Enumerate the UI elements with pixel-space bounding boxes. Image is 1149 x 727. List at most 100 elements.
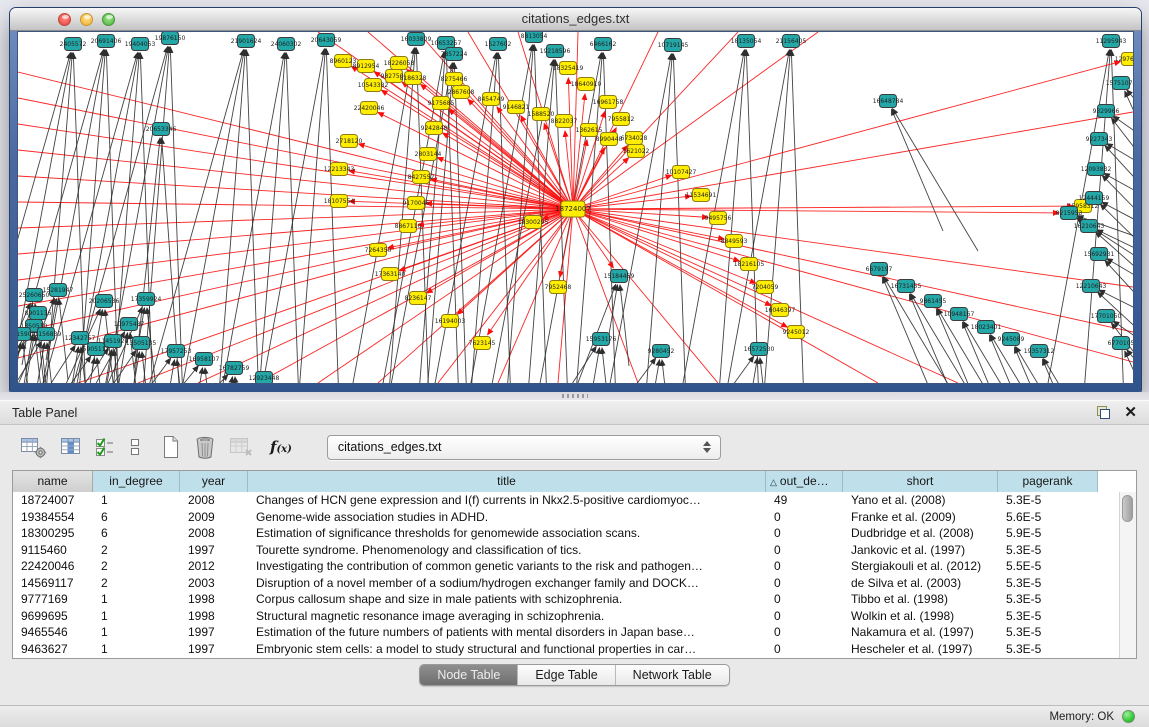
column-header-name[interactable]: name: [13, 471, 93, 492]
cell-year[interactable]: 2008: [180, 492, 248, 509]
cell-year[interactable]: 2009: [180, 509, 248, 526]
cell-in_degree[interactable]: 2: [93, 558, 180, 575]
tab-edge-table[interactable]: Edge Table: [518, 665, 615, 685]
cell-out_de[interactable]: 0: [766, 641, 843, 658]
cell-pagerank[interactable]: 5.3E-5: [998, 542, 1098, 559]
cell-in_degree[interactable]: 2: [93, 542, 180, 559]
cell-name[interactable]: 19384554: [13, 509, 93, 526]
cell-pagerank[interactable]: 5.3E-5: [998, 641, 1098, 658]
cell-short[interactable]: de Silva et al. (2003): [843, 575, 998, 592]
column-header-out_de[interactable]: △out_de…: [766, 471, 843, 492]
table-row[interactable]: 2242004622012Investigating the contribut…: [13, 558, 1119, 575]
cell-year[interactable]: 1997: [180, 542, 248, 559]
cell-year[interactable]: 1998: [180, 608, 248, 625]
cell-out_de[interactable]: 49: [766, 492, 843, 509]
cell-pagerank[interactable]: 5.3E-5: [998, 591, 1098, 608]
cell-pagerank[interactable]: 5.6E-5: [998, 509, 1098, 526]
cell-short[interactable]: Dudbridge et al. (2008): [843, 525, 998, 542]
cell-title[interactable]: Changes of HCN gene expression and I(f) …: [248, 492, 766, 509]
cell-title[interactable]: Estimation of the future numbers of pati…: [248, 624, 766, 641]
cell-short[interactable]: Wolkin et al. (1998): [843, 608, 998, 625]
cell-in_degree[interactable]: 1: [93, 624, 180, 641]
table-settings-button[interactable]: [18, 432, 49, 462]
cell-out_de[interactable]: 0: [766, 624, 843, 641]
cell-year[interactable]: 1997: [180, 624, 248, 641]
tab-node-table[interactable]: Node Table: [420, 665, 518, 685]
cell-out_de[interactable]: 0: [766, 608, 843, 625]
table-select-dropdown[interactable]: citations_edges.txt: [327, 435, 721, 460]
network-canvas-svg[interactable]: 8960123891295418226058982750810543382818…: [18, 32, 1133, 383]
table-row[interactable]: 969969511998Structural magnetic resonanc…: [13, 608, 1119, 625]
cell-title[interactable]: Disruption of a novel member of a sodium…: [248, 575, 766, 592]
cell-title[interactable]: Tourette syndrome. Phenomenology and cla…: [248, 542, 766, 559]
cell-short[interactable]: Yano et al. (2008): [843, 492, 998, 509]
close-panel-icon[interactable]: ✕: [1124, 406, 1137, 419]
cell-name[interactable]: 9463627: [13, 641, 93, 658]
table-row[interactable]: 1456911722003Disruption of a novel membe…: [13, 575, 1119, 592]
table-row[interactable]: 977716911998Corpus callosum shape and si…: [13, 591, 1119, 608]
delete-table-button[interactable]: [192, 432, 218, 462]
table-row[interactable]: 1830029562008Estimation of significance …: [13, 525, 1119, 542]
show-columns-button[interactable]: [93, 432, 117, 462]
table-row[interactable]: 1872400712008Changes of HCN gene express…: [13, 492, 1119, 509]
cell-pagerank[interactable]: 5.9E-5: [998, 525, 1098, 542]
new-table-button[interactable]: [159, 432, 183, 462]
cell-in_degree[interactable]: 1: [93, 641, 180, 658]
cell-short[interactable]: Stergiakouli et al. (2012): [843, 558, 998, 575]
cell-out_de[interactable]: 0: [766, 509, 843, 526]
panel-splitter[interactable]: [0, 392, 1149, 400]
cell-short[interactable]: Nakamura et al. (1997): [843, 624, 998, 641]
cell-title[interactable]: Embryonic stem cells: a model to study s…: [248, 641, 766, 658]
cell-name[interactable]: 9465546: [13, 624, 93, 641]
cell-out_de[interactable]: 0: [766, 558, 843, 575]
cell-name[interactable]: 9115460: [13, 542, 93, 559]
cell-title[interactable]: Estimation of significance thresholds fo…: [248, 525, 766, 542]
cell-in_degree[interactable]: 6: [93, 509, 180, 526]
network-canvas[interactable]: 8960123891295418226058982750810543382818…: [17, 31, 1134, 384]
cell-year[interactable]: 2012: [180, 558, 248, 575]
cell-out_de[interactable]: 0: [766, 575, 843, 592]
cell-out_de[interactable]: 0: [766, 591, 843, 608]
column-header-title[interactable]: title: [248, 471, 766, 492]
column-header-pagerank[interactable]: pagerank: [998, 471, 1098, 492]
column-header-short[interactable]: short: [843, 471, 998, 492]
cell-short[interactable]: Tibbo et al. (1998): [843, 591, 998, 608]
table-row[interactable]: 911546021997Tourette syndrome. Phenomeno…: [13, 542, 1119, 559]
tab-network-table[interactable]: Network Table: [616, 665, 729, 685]
cell-short[interactable]: Jankovic et al. (1997): [843, 542, 998, 559]
float-window-icon[interactable]: [1097, 406, 1110, 419]
cell-year[interactable]: 1998: [180, 591, 248, 608]
cell-name[interactable]: 18300295: [13, 525, 93, 542]
cell-pagerank[interactable]: 5.3E-5: [998, 608, 1098, 625]
cell-name[interactable]: 22420046: [13, 558, 93, 575]
cell-in_degree[interactable]: 1: [93, 591, 180, 608]
cell-name[interactable]: 9777169: [13, 591, 93, 608]
table-row[interactable]: 946554611997Estimation of the future num…: [13, 624, 1119, 641]
cell-out_de[interactable]: 0: [766, 525, 843, 542]
row-height-button[interactable]: [126, 432, 144, 462]
cell-title[interactable]: Investigating the contribution of common…: [248, 558, 766, 575]
cell-pagerank[interactable]: 5.3E-5: [998, 624, 1098, 641]
cell-year[interactable]: 2008: [180, 525, 248, 542]
cell-title[interactable]: Structural magnetic resonance image aver…: [248, 608, 766, 625]
cell-pagerank[interactable]: 5.3E-5: [998, 575, 1098, 592]
cell-name[interactable]: 9699695: [13, 608, 93, 625]
table-row[interactable]: 946362711997Embryonic stem cells: a mode…: [13, 641, 1119, 658]
table-row[interactable]: 1938455462009Genome-wide association stu…: [13, 509, 1119, 526]
cell-pagerank[interactable]: 5.3E-5: [998, 492, 1098, 509]
cell-in_degree[interactable]: 1: [93, 608, 180, 625]
column-header-in_degree[interactable]: in_degree: [93, 471, 180, 492]
cell-in_degree[interactable]: 1: [93, 492, 180, 509]
cell-pagerank[interactable]: 5.5E-5: [998, 558, 1098, 575]
cell-year[interactable]: 2003: [180, 575, 248, 592]
cell-title[interactable]: Genome-wide association studies in ADHD.: [248, 509, 766, 526]
cell-short[interactable]: Hescheler et al. (1997): [843, 641, 998, 658]
cell-title[interactable]: Corpus callosum shape and size in male p…: [248, 591, 766, 608]
scrollbar-thumb[interactable]: [1122, 495, 1133, 522]
cell-out_de[interactable]: 0: [766, 542, 843, 559]
cell-in_degree[interactable]: 6: [93, 525, 180, 542]
cell-name[interactable]: 14569117: [13, 575, 93, 592]
cell-year[interactable]: 1997: [180, 641, 248, 658]
window-titlebar[interactable]: citations_edges.txt: [10, 8, 1141, 31]
column-header-year[interactable]: year: [180, 471, 248, 492]
